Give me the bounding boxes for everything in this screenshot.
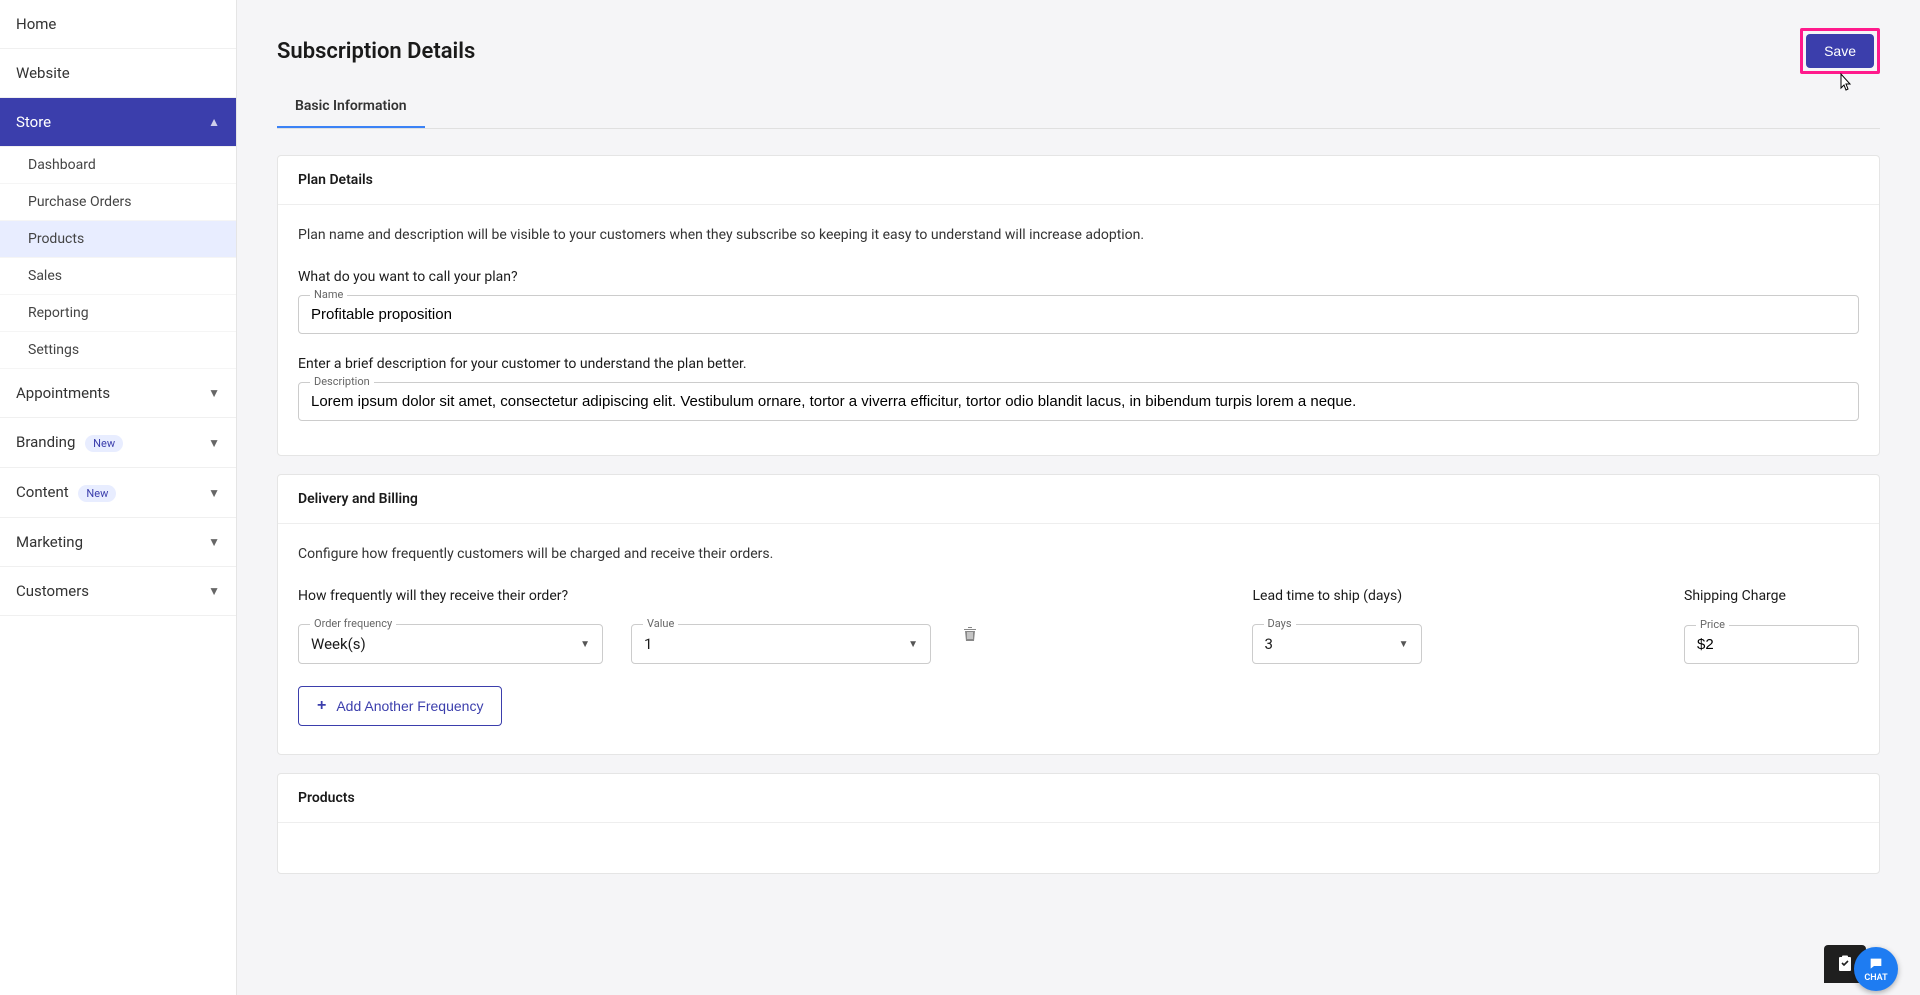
plan-name-field: Name: [298, 295, 1859, 334]
trash-icon[interactable]: [959, 618, 989, 654]
sidebar-item-home[interactable]: Home: [0, 0, 236, 49]
chevron-down-icon: ▼: [580, 639, 590, 650]
plan-desc-question: Enter a brief description for your custo…: [298, 356, 1859, 372]
sidebar-sub-settings[interactable]: Settings: [0, 332, 236, 369]
sidebar-sub-reporting[interactable]: Reporting: [0, 295, 236, 332]
value-label: Value: [643, 617, 678, 630]
sidebar-sub-purchase-orders[interactable]: Purchase Orders: [0, 184, 236, 221]
page-title: Subscription Details: [277, 39, 475, 64]
sidebar-sub-dashboard[interactable]: Dashboard: [0, 147, 236, 184]
products-card: Products: [277, 773, 1880, 874]
new-badge: New: [78, 485, 116, 502]
sidebar-sub-products[interactable]: Products: [0, 221, 236, 258]
chevron-down-icon: ▼: [1399, 639, 1409, 650]
sidebar-item-label: Customers: [16, 582, 89, 600]
plan-name-question: What do you want to call your plan?: [298, 269, 1859, 285]
chevron-down-icon: ▼: [208, 436, 220, 450]
plan-desc-input[interactable]: [298, 382, 1859, 421]
chat-icon: [1868, 956, 1884, 972]
plan-desc-label: Description: [310, 375, 374, 388]
sidebar-item-text: Content: [16, 483, 69, 501]
chat-widget: CHAT: [1824, 939, 1898, 983]
clipboard-icon: [1836, 955, 1854, 973]
sidebar-sub-label: Purchase Orders: [28, 194, 131, 210]
days-select[interactable]: 3 ▼: [1252, 624, 1422, 664]
order-frequency-value: Week(s): [311, 635, 366, 653]
tab-basic-information[interactable]: Basic Information: [277, 86, 425, 128]
chevron-down-icon: ▼: [908, 639, 918, 650]
new-badge: New: [85, 435, 123, 452]
add-frequency-button[interactable]: + Add Another Frequency: [298, 686, 502, 726]
frequency-value-select[interactable]: 1 ▼: [631, 624, 931, 664]
main-content: Subscription Details Save Basic Informat…: [237, 0, 1920, 995]
sidebar-item-label: Website: [16, 64, 70, 82]
save-button[interactable]: Save: [1806, 34, 1874, 68]
sidebar-sub-label: Dashboard: [28, 157, 96, 173]
sidebar-item-label: Appointments: [16, 384, 110, 402]
sidebar-item-text: Branding: [16, 433, 75, 451]
chevron-down-icon: ▼: [208, 486, 220, 500]
order-frequency-label: Order frequency: [310, 617, 396, 630]
sidebar-sub-label: Sales: [28, 268, 62, 284]
sidebar-item-label: Branding New: [16, 433, 123, 452]
sidebar-item-customers[interactable]: Customers ▼: [0, 567, 236, 616]
sidebar-item-branding[interactable]: Branding New ▼: [0, 418, 236, 468]
delivery-intro: Configure how frequently customers will …: [298, 546, 1859, 562]
frequency-question: How frequently will they receive their o…: [298, 588, 933, 604]
chevron-down-icon: ▼: [208, 535, 220, 549]
cursor-icon: [1838, 72, 1854, 92]
sidebar-sub-label: Reporting: [28, 305, 89, 321]
chevron-down-icon: ▼: [208, 584, 220, 598]
plan-name-label: Name: [310, 288, 347, 301]
sidebar-sub-store: Dashboard Purchase Orders Products Sales…: [0, 147, 236, 369]
plan-desc-field: Description: [298, 382, 1859, 421]
sidebar-item-label: Store: [16, 113, 51, 131]
add-frequency-label: Add Another Frequency: [336, 698, 483, 714]
chat-bubble-button[interactable]: CHAT: [1854, 947, 1898, 991]
chevron-up-icon: ▲: [208, 115, 220, 129]
sidebar-item-label: Home: [16, 15, 56, 33]
plan-details-card: Plan Details Plan name and description w…: [277, 155, 1880, 456]
sidebar-item-website[interactable]: Website: [0, 49, 236, 98]
sidebar-sub-label: Products: [28, 231, 84, 247]
sidebar: Home Website Store ▲ Dashboard Purchase …: [0, 0, 237, 995]
plan-details-intro: Plan name and description will be visibl…: [298, 227, 1859, 243]
save-highlight: Save: [1800, 28, 1880, 74]
plan-details-header: Plan Details: [278, 156, 1879, 205]
plan-name-input[interactable]: [298, 295, 1859, 334]
sidebar-item-store[interactable]: Store ▲: [0, 98, 236, 147]
sidebar-item-appointments[interactable]: Appointments ▼: [0, 369, 236, 418]
days-label: Days: [1264, 617, 1296, 630]
products-header: Products: [278, 774, 1879, 823]
sidebar-sub-label: Settings: [28, 342, 79, 358]
delivery-header: Delivery and Billing: [278, 475, 1879, 524]
sidebar-item-label: Marketing: [16, 533, 83, 551]
frequency-value: 1: [644, 635, 652, 653]
price-label: Price: [1696, 618, 1729, 631]
chat-label: CHAT: [1864, 973, 1887, 983]
sidebar-sub-sales[interactable]: Sales: [0, 258, 236, 295]
sidebar-item-label: Content New: [16, 483, 116, 502]
sidebar-item-marketing[interactable]: Marketing ▼: [0, 518, 236, 567]
sidebar-item-content[interactable]: Content New ▼: [0, 468, 236, 518]
page-header: Subscription Details Save: [277, 28, 1880, 74]
lead-time-label: Lead time to ship (days): [1253, 588, 1423, 604]
order-frequency-select[interactable]: Week(s) ▼: [298, 624, 603, 664]
shipping-charge-label: Shipping Charge: [1684, 588, 1859, 604]
days-value: 3: [1265, 635, 1273, 653]
plus-icon: +: [317, 697, 326, 715]
tabs: Basic Information: [277, 86, 1880, 129]
delivery-billing-card: Delivery and Billing Configure how frequ…: [277, 474, 1880, 755]
chevron-down-icon: ▼: [208, 386, 220, 400]
